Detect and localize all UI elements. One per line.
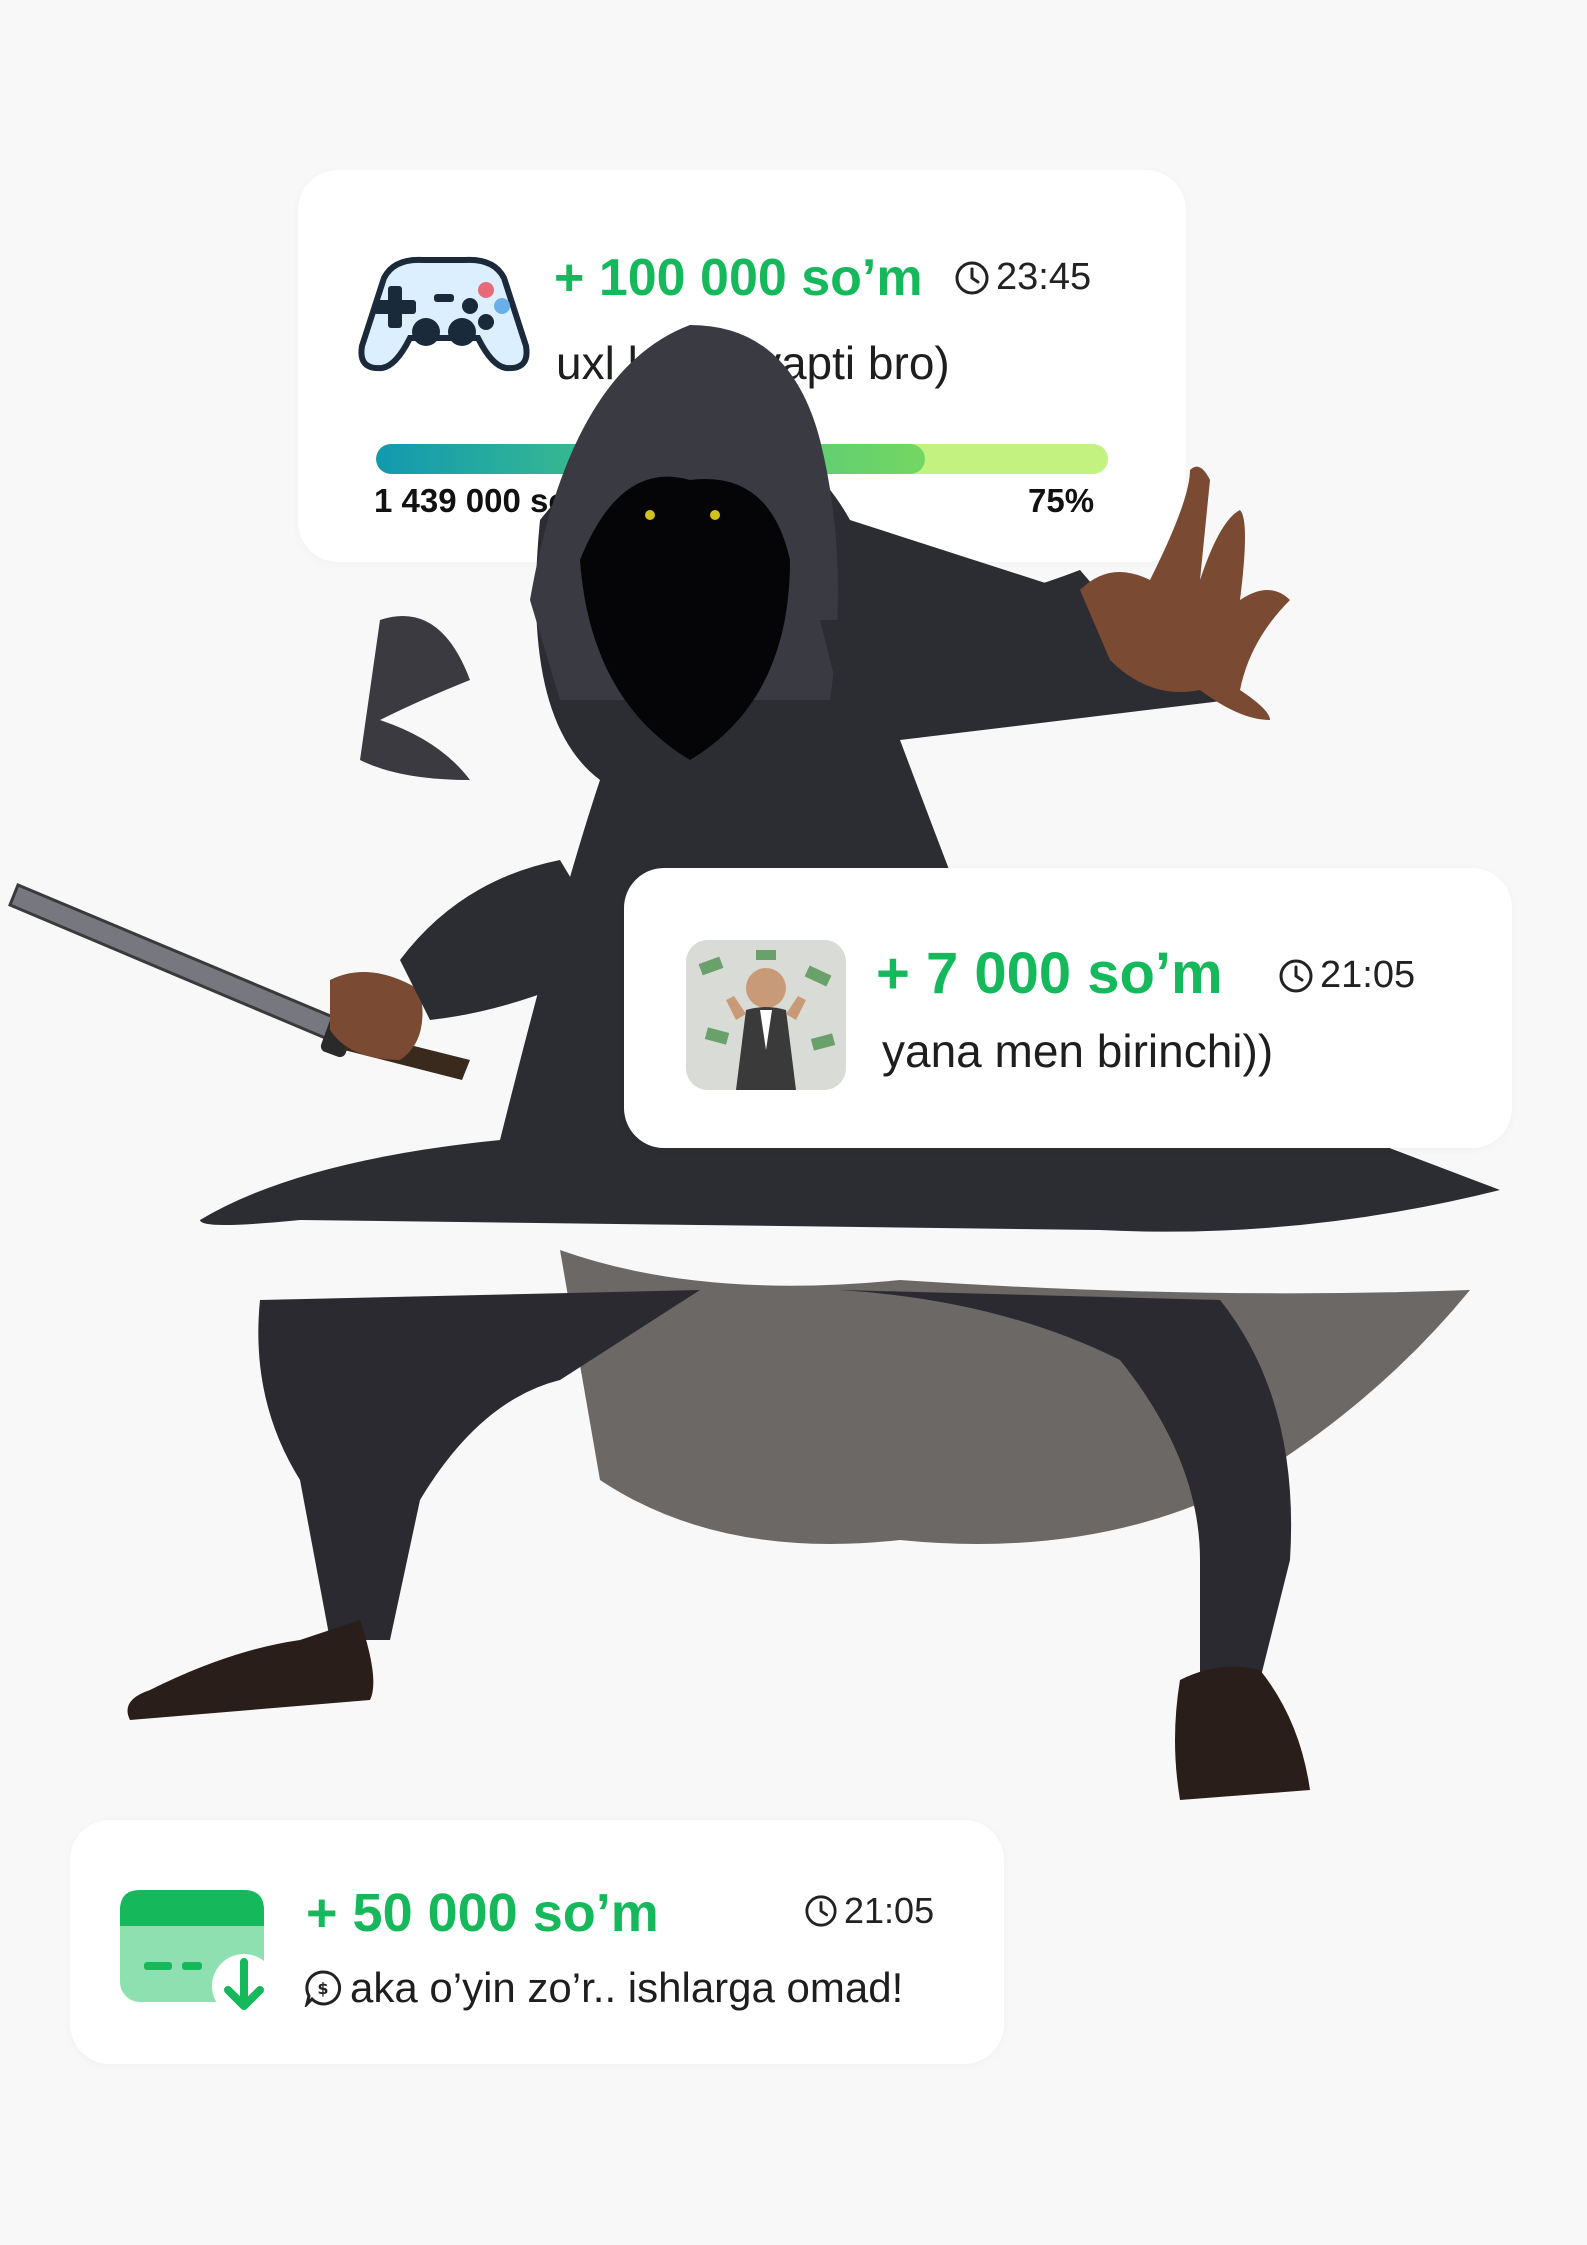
clock-icon [1279, 959, 1313, 992]
donation-message: yana men birinchi)) [882, 1025, 1274, 1077]
amount-label: + 7 000 so’m [876, 941, 1223, 1006]
amount-label: + 50 000 so’m [306, 1883, 659, 1943]
time-stamp: 21:05 [1278, 954, 1415, 997]
money-rain-avatar [686, 940, 846, 1090]
time-text: 21:05 [844, 1890, 935, 1931]
donation-collage: + 100 000 so’m 23:45 uxl kechikyapti bro… [0, 0, 1587, 2245]
clock-icon [805, 1895, 837, 1927]
donation-card-3: + 50 000 so’m 21:05 $ aka o’yin zo’r.. i… [70, 1820, 1004, 2064]
card-download-icon [120, 1890, 284, 2020]
donation-card-2: + 7 000 so’m 21:05 yana men birinchi)) [624, 868, 1512, 1148]
donation-message: aka o’yin zo’r.. ishlarga omad! [350, 1964, 904, 2011]
time-stamp: 21:05 [804, 1890, 934, 1932]
svg-text:$: $ [317, 1979, 328, 1998]
time-text: 21:05 [1320, 954, 1416, 996]
donation-message-row: $ aka o’yin zo’r.. ishlarga omad! [304, 1964, 903, 2012]
chat-dollar-icon: $ [304, 1970, 342, 2007]
